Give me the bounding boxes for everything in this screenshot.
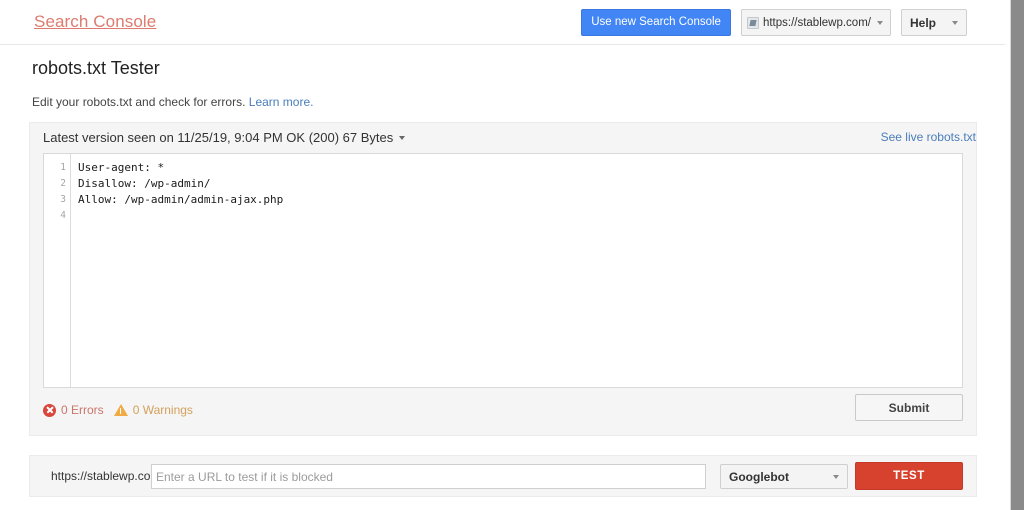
warnings-status: 0 Warnings (113, 403, 193, 417)
code-line: Disallow: /wp-admin/ (78, 177, 211, 190)
page-title: robots.txt Tester (32, 58, 160, 78)
user-agent-select[interactable]: Googlebot (720, 464, 848, 489)
line-number: 4 (60, 210, 66, 221)
test-url-input[interactable] (151, 464, 706, 489)
warnings-label: 0 Warnings (132, 403, 193, 417)
scrollbar-track[interactable] (1010, 0, 1024, 510)
validation-summary: 0 Errors 0 Warnings (43, 403, 193, 417)
help-label: Help (909, 15, 936, 30)
line-number-gutter: 1 2 3 4 (44, 154, 71, 387)
line-number: 1 (60, 162, 66, 173)
search-console-logo[interactable]: Search Console (34, 12, 156, 32)
url-prefix-label: https://stablewp.com/ (51, 469, 164, 483)
learn-more-link[interactable]: Learn more. (249, 95, 314, 109)
page-subtitle: Edit your robots.txt and check for error… (32, 95, 313, 109)
page-scrollbar[interactable] (1005, 0, 1024, 510)
app-content: Search Console Use new Search Console ht… (0, 0, 1005, 510)
chevron-down-icon (399, 135, 406, 140)
latest-version-dropdown[interactable]: Latest version seen on 11/25/19, 9:04 PM… (43, 130, 406, 145)
header-actions: Use new Search Console https://stablewp.… (581, 9, 967, 36)
code-line: Allow: /wp-admin/admin-ajax.php (78, 193, 284, 206)
error-icon (43, 403, 56, 417)
robots-editor-panel: Latest version seen on 11/25/19, 9:04 PM… (29, 122, 977, 436)
code-line: User-agent: * (78, 161, 165, 174)
site-selector-label: https://stablewp.com/ (762, 16, 871, 29)
line-number: 3 (60, 194, 66, 205)
editor-panel-header: Latest version seen on 11/25/19, 9:04 PM… (30, 123, 976, 153)
robots-code-editor[interactable]: 1 2 3 4 User-agent: * Disallow: /wp-admi… (43, 153, 963, 388)
site-favicon-icon (746, 16, 759, 29)
top-header: Search Console Use new Search Console ht… (0, 0, 1005, 45)
chevron-down-icon (876, 20, 883, 25)
test-button[interactable]: TEST (855, 462, 963, 490)
line-number: 2 (60, 178, 66, 189)
see-live-robots-link[interactable]: See live robots.txt (881, 130, 976, 144)
chevron-down-icon (952, 20, 958, 25)
submit-button[interactable]: Submit (855, 394, 963, 421)
warning-icon (113, 404, 128, 416)
help-dropdown-button[interactable]: Help (900, 9, 967, 36)
subtitle-text: Edit your robots.txt and check for error… (32, 95, 246, 109)
user-agent-label: Googlebot (729, 469, 789, 484)
errors-label: 0 Errors (61, 403, 104, 417)
code-lines[interactable]: User-agent: * Disallow: /wp-admin/ Allow… (72, 154, 962, 208)
latest-version-label: Latest version seen on 11/25/19, 9:04 PM… (43, 130, 394, 145)
url-test-bar: https://stablewp.com/ Googlebot TEST (29, 455, 977, 497)
editor-status-bar: 0 Errors 0 Warnings Submit (30, 388, 976, 435)
use-new-search-console-button[interactable]: Use new Search Console (581, 9, 731, 36)
chevron-down-icon (833, 474, 839, 479)
errors-status: 0 Errors (43, 403, 104, 417)
site-selector-dropdown[interactable]: https://stablewp.com/ (740, 9, 891, 36)
